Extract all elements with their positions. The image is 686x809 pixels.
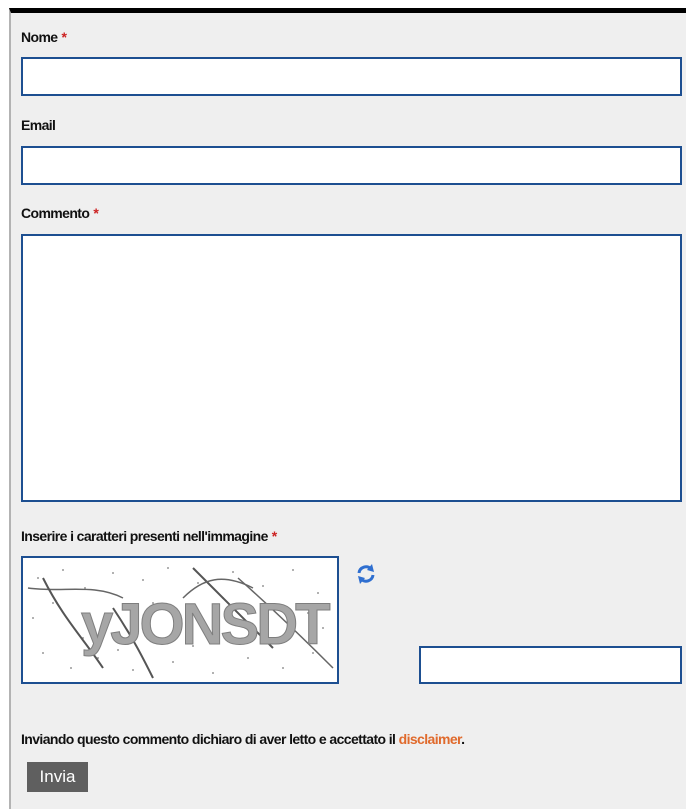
disclaimer-text: Inviando questo commento dichiaro di ave…	[21, 731, 465, 747]
required-mark: *	[271, 528, 277, 544]
email-input[interactable]	[21, 146, 682, 185]
submit-button[interactable]: Invia	[27, 762, 88, 792]
required-mark: *	[93, 205, 99, 221]
name-input[interactable]	[21, 57, 682, 96]
name-label: Nome *	[21, 29, 67, 45]
email-label: Email	[21, 117, 56, 133]
comment-label: Commento *	[21, 205, 99, 221]
captcha-input[interactable]	[419, 646, 682, 684]
required-mark: *	[61, 29, 67, 45]
captcha-text: yJONSDT	[81, 592, 330, 657]
captcha-image: yJONSDT	[21, 556, 339, 684]
disclaimer-link[interactable]: disclaimer	[399, 731, 462, 747]
comment-textarea[interactable]	[21, 234, 682, 502]
refresh-icon[interactable]	[355, 563, 377, 585]
refresh-captcha-icon[interactable]	[355, 563, 377, 585]
captcha-image: yJONSDT	[27, 567, 334, 679]
captcha-label: Inserire i caratteri presenti nell'immag…	[21, 528, 277, 544]
